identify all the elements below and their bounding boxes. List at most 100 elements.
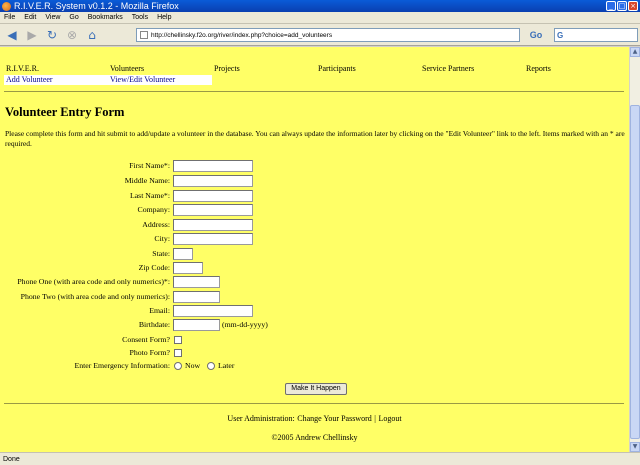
- photo-label: Photo Form?: [129, 348, 170, 357]
- birthdate-label: Birthdate:: [138, 320, 170, 329]
- zip-label: Zip Code:: [138, 263, 170, 272]
- city-label: City:: [154, 234, 170, 243]
- emergency-later-label: Later: [218, 361, 235, 370]
- menu-go[interactable]: Go: [69, 14, 78, 21]
- search-box[interactable]: G: [554, 28, 638, 42]
- scroll-up-arrow-icon[interactable]: ▲: [630, 47, 640, 57]
- company-label: Company:: [137, 205, 171, 214]
- status-text: Done: [3, 455, 20, 463]
- home-icon[interactable]: ⌂: [84, 27, 100, 43]
- emergency-later-radio[interactable]: [207, 362, 215, 370]
- scroll-thumb[interactable]: [630, 105, 640, 439]
- email-input[interactable]: [173, 305, 253, 317]
- page-title: Volunteer Entry Form: [5, 105, 125, 119]
- nav-service-partners[interactable]: Service Partners: [422, 64, 474, 73]
- email-label: Email:: [149, 306, 170, 315]
- first-name-input[interactable]: [173, 160, 253, 172]
- close-button[interactable]: ×: [628, 1, 638, 11]
- form-row-phone-two: Phone Two (with area code and only numer…: [0, 291, 629, 304]
- form-row-address: Address:: [0, 219, 629, 232]
- subnav-add-volunteer[interactable]: Add Volunteer: [6, 75, 53, 84]
- window-titlebar: R.I.V.E.R. System v0.1.2 - Mozilla Firef…: [0, 0, 640, 12]
- form-row-zip: Zip Code:: [0, 262, 629, 275]
- form-row-phone-one: Phone One (with area code and only numer…: [0, 276, 629, 289]
- form-row-last-name: Last Name*:: [0, 190, 629, 203]
- middle-name-input[interactable]: [173, 175, 253, 187]
- phone-one-label: Phone One (with area code and only numer…: [17, 277, 170, 286]
- phone-two-label: Phone Two (with area code and only numer…: [20, 292, 170, 301]
- form-row-state: State:: [0, 248, 629, 261]
- navigation-toolbar: ◀ ▶ ↻ ⊗ ⌂ http://chellinsky.f2o.org/rive…: [0, 24, 640, 46]
- intro-text: Please complete this form and hit submit…: [5, 129, 625, 148]
- reload-icon[interactable]: ↻: [44, 27, 60, 43]
- nav-reports[interactable]: Reports: [526, 64, 551, 73]
- form-row-middle-name: Middle Name:: [0, 175, 629, 188]
- phone-one-input[interactable]: [173, 276, 220, 288]
- menu-file[interactable]: File: [4, 14, 15, 21]
- scroll-down-arrow-icon[interactable]: ▼: [630, 442, 640, 452]
- user-admin-label: User Administration:: [227, 414, 295, 423]
- subnav-view-edit-volunteer[interactable]: View/Edit Volunteer: [110, 75, 175, 84]
- photo-checkbox[interactable]: [174, 349, 182, 357]
- google-search-icon: G: [557, 30, 564, 40]
- forward-arrow-icon[interactable]: ▶: [24, 27, 40, 43]
- city-input[interactable]: [173, 233, 253, 245]
- menu-view[interactable]: View: [45, 14, 60, 21]
- menu-bar: File Edit View Go Bookmarks Tools Help: [0, 12, 640, 24]
- address-label: Address:: [142, 220, 170, 229]
- zip-input[interactable]: [173, 262, 203, 274]
- address-bar[interactable]: http://chellinsky.f2o.org/river/index.ph…: [136, 28, 520, 42]
- firefox-icon: [2, 1, 11, 11]
- emergency-label: Enter Emergency Information:: [74, 361, 170, 370]
- form-row-company: Company:: [0, 204, 629, 217]
- window-controls: _ □ ×: [606, 1, 638, 11]
- minimize-button[interactable]: _: [606, 1, 616, 11]
- divider-top: [4, 91, 624, 92]
- stop-icon[interactable]: ⊗: [64, 27, 80, 43]
- form-row-consent: Consent Form?: [0, 334, 629, 347]
- logout-link[interactable]: Logout: [378, 414, 401, 423]
- middle-name-label: Middle Name:: [124, 176, 170, 185]
- nav-volunteers[interactable]: Volunteers: [110, 64, 144, 73]
- state-input[interactable]: [173, 248, 193, 260]
- window-title: R.I.V.E.R. System v0.1.2 - Mozilla Firef…: [14, 1, 179, 11]
- emergency-now-radio[interactable]: [174, 362, 182, 370]
- form-row-photo: Photo Form?: [0, 347, 629, 360]
- last-name-input[interactable]: [173, 190, 253, 202]
- page-icon: [140, 31, 148, 39]
- birthdate-input[interactable]: [173, 319, 220, 331]
- address-input[interactable]: [173, 219, 253, 231]
- go-button[interactable]: Go: [524, 28, 548, 42]
- emergency-now-label: Now: [185, 361, 201, 370]
- form-row-email: Email:: [0, 305, 629, 318]
- nav-participants[interactable]: Participants: [318, 64, 356, 73]
- copyright: ©2005 Andrew Chellinsky: [271, 433, 358, 442]
- state-label: State:: [152, 249, 170, 258]
- consent-label: Consent Form?: [122, 335, 170, 344]
- sub-navigation: Add Volunteer View/Edit Volunteer: [4, 75, 212, 85]
- maximize-button[interactable]: □: [617, 1, 627, 11]
- last-name-label: Last Name*:: [129, 191, 170, 200]
- menu-help[interactable]: Help: [157, 14, 171, 21]
- nav-projects[interactable]: Projects: [214, 64, 240, 73]
- nav-river[interactable]: R.I.V.E.R.: [6, 64, 39, 73]
- back-arrow-icon[interactable]: ◀: [4, 27, 20, 43]
- form-row-first-name: First Name*:: [0, 160, 629, 173]
- phone-two-input[interactable]: [173, 291, 220, 303]
- form-row-emergency: Enter Emergency Information: Now Later: [0, 360, 629, 373]
- page-viewport: R.I.V.E.R. Volunteers Projects Participa…: [0, 47, 629, 452]
- consent-checkbox[interactable]: [174, 336, 182, 344]
- menu-tools[interactable]: Tools: [132, 14, 148, 21]
- footer-separator: |: [374, 414, 376, 423]
- menu-bookmarks[interactable]: Bookmarks: [88, 14, 123, 21]
- form-row-city: City:: [0, 233, 629, 246]
- change-password-link[interactable]: Change Your Password: [297, 414, 371, 423]
- footer-links: User Administration: Change Your Passwor…: [0, 414, 629, 423]
- form-row-birthdate: Birthdate: (mm-dd-yyyy): [0, 319, 629, 332]
- divider-bottom: [4, 403, 624, 404]
- submit-button[interactable]: Make It Happen: [285, 383, 347, 395]
- birthdate-format-hint: (mm-dd-yyyy): [222, 320, 268, 329]
- vertical-scrollbar[interactable]: ▲ ▼: [629, 47, 640, 452]
- company-input[interactable]: [173, 204, 253, 216]
- menu-edit[interactable]: Edit: [24, 14, 36, 21]
